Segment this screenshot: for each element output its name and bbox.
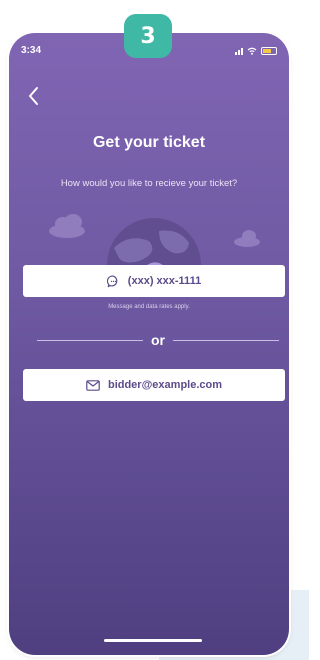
- or-divider: or: [37, 332, 279, 348]
- divider-line-right: [173, 339, 279, 341]
- phone-number-value: (xxx) xxx-1111: [127, 275, 202, 287]
- chevron-left-icon: [29, 87, 38, 105]
- cloud-right-icon: [234, 230, 260, 247]
- page-subtitle: How would you like to recieve your ticke…: [60, 178, 238, 189]
- status-time: 3:34: [21, 45, 42, 56]
- sms-disclaimer: Message and data rates apply.: [108, 304, 190, 310]
- step-number: 3: [140, 23, 156, 49]
- home-indicator: [104, 639, 202, 642]
- step-number-badge: 3: [124, 14, 172, 58]
- divider-line-left: [37, 339, 143, 341]
- status-icons: [235, 47, 277, 55]
- signal-icon: [235, 47, 243, 55]
- divider-text: or: [151, 332, 165, 348]
- page-title: Get your ticket: [92, 134, 206, 151]
- cloud-left-icon: [49, 214, 85, 238]
- chat-bubble-icon: [106, 275, 120, 288]
- battery-icon: [261, 47, 277, 55]
- phone-number-option[interactable]: (xxx) xxx-1111: [23, 265, 285, 297]
- back-button[interactable]: [25, 85, 45, 107]
- wifi-icon: [247, 47, 257, 55]
- email-value: bidder@example.com: [107, 379, 223, 391]
- phone-screen: 3:34 Get your ticket How would you like …: [9, 33, 289, 655]
- email-option[interactable]: bidder@example.com: [23, 369, 285, 401]
- envelope-icon: [86, 379, 100, 391]
